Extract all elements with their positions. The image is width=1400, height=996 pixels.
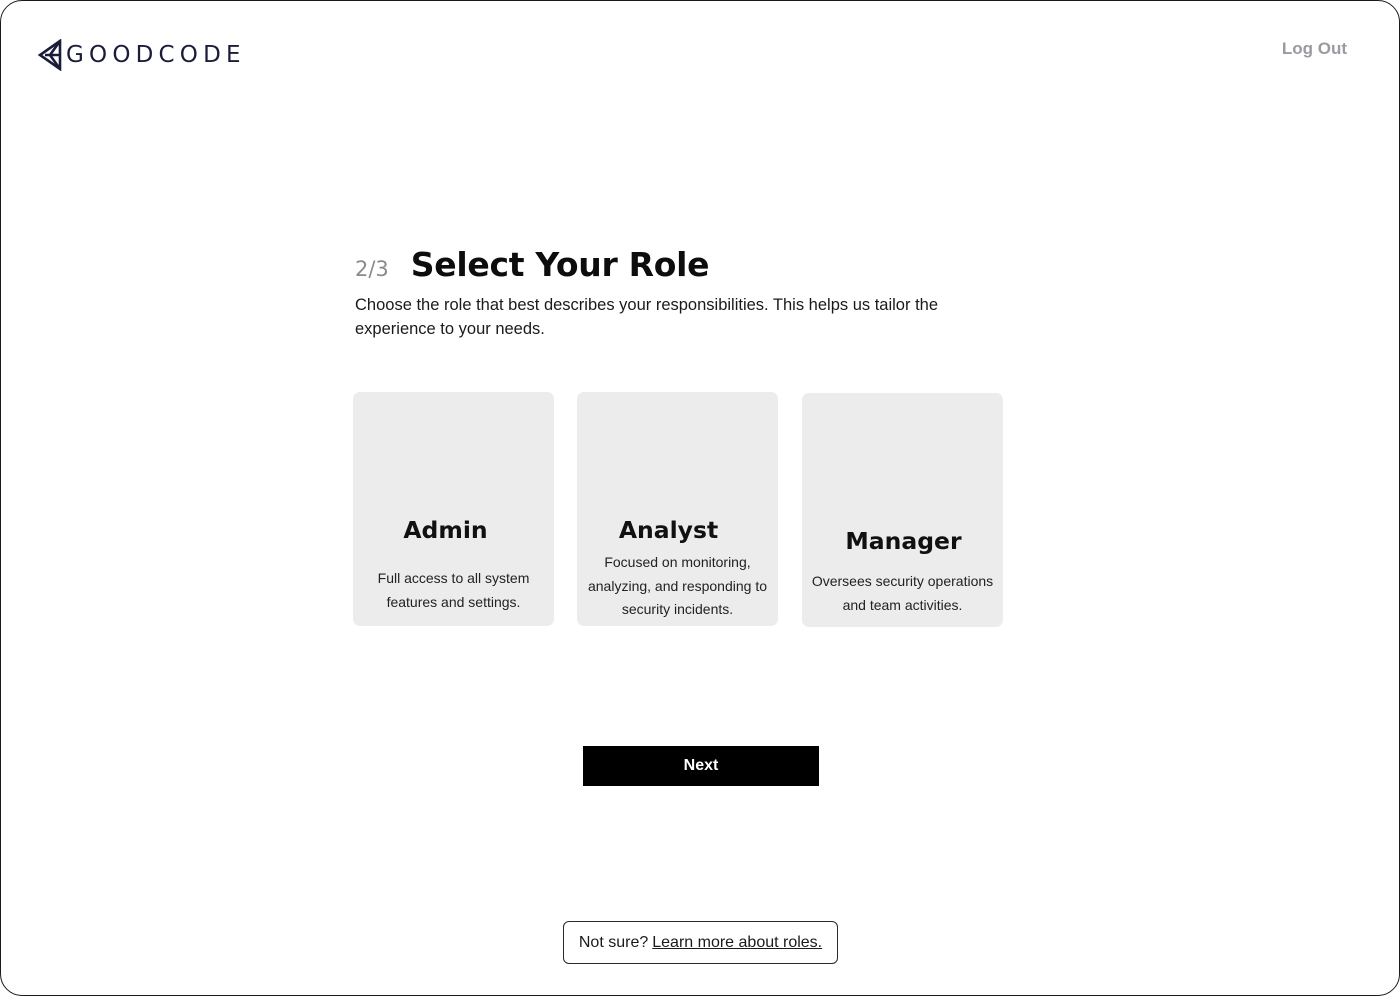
logo-arrow-icon xyxy=(37,39,62,71)
app-frame: GOODCODE Log Out 2/3 Select Your Role Ch… xyxy=(0,0,1400,996)
role-card-title: Manager xyxy=(845,527,962,555)
logo-wordmark: GOODCODE xyxy=(66,41,246,68)
role-card-description: Focused on monitoring, analyzing, and re… xyxy=(587,554,768,617)
role-card-analyst[interactable]: Analyst Focused on monitoring, analyzing… xyxy=(577,392,778,626)
role-card-manager[interactable]: Manager Oversees security operations and… xyxy=(802,393,1003,627)
page-title: Select Your Role xyxy=(410,245,710,284)
role-card-title: Admin xyxy=(403,516,488,544)
logout-button[interactable]: Log Out xyxy=(1282,39,1347,59)
help-prefix: Not sure? xyxy=(578,933,649,951)
page-heading: 2/3 Select Your Role xyxy=(355,245,710,284)
learn-more-roles-link[interactable]: Learn more about roles. xyxy=(652,934,822,952)
next-button[interactable]: Next xyxy=(583,746,819,786)
goodcode-logo[interactable]: GOODCODE xyxy=(37,38,246,72)
step-indicator: 2/3 xyxy=(355,257,389,281)
role-card-description: Full access to all system features and s… xyxy=(377,570,530,610)
role-card-admin[interactable]: Admin Full access to all system features… xyxy=(353,392,554,626)
role-card-title: Analyst xyxy=(618,516,719,544)
role-card-description: Oversees security operations and team ac… xyxy=(811,573,994,613)
page-subtitle: Choose the role that best describes your… xyxy=(355,296,939,338)
help-box: Not sure? Learn more about roles. xyxy=(563,921,838,964)
